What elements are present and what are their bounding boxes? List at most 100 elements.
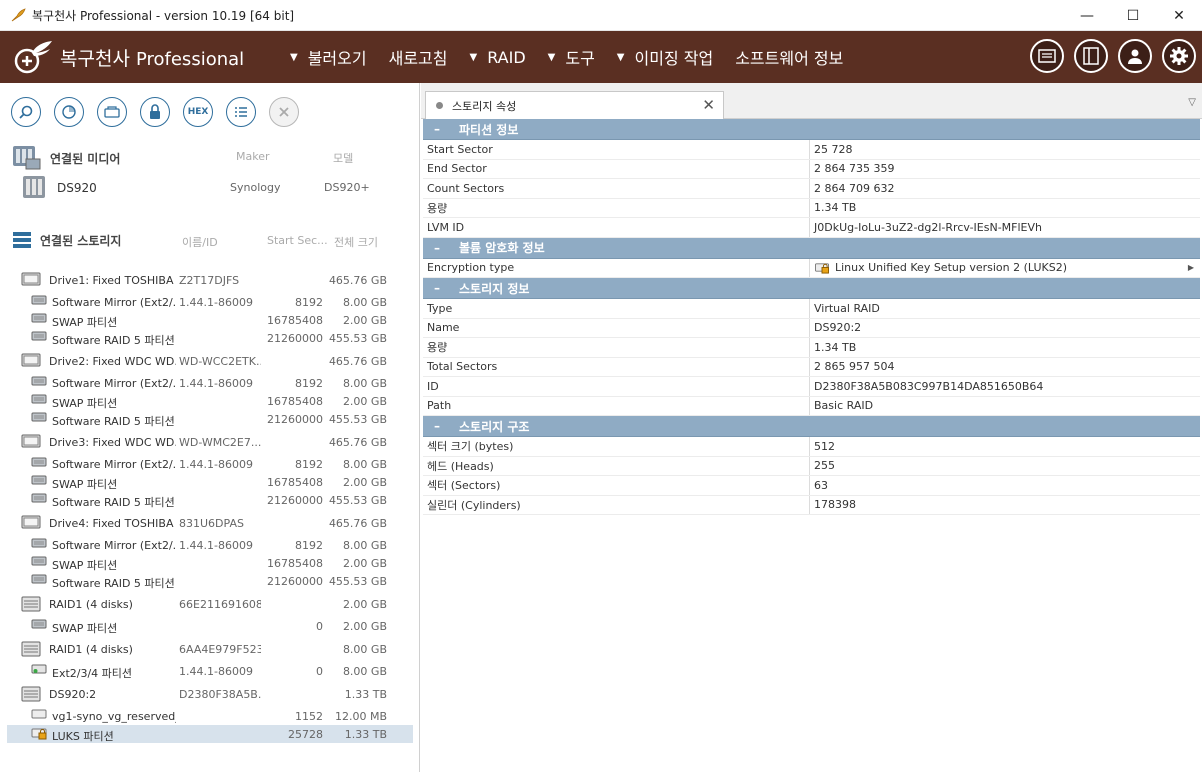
menu-item-1[interactable]: 새로고침 bbox=[389, 45, 448, 69]
property-row[interactable]: 용량 1.34 TB bbox=[423, 198, 1200, 218]
property-group-header[interactable]: – 스토리지 정보 bbox=[423, 278, 1200, 299]
minimize-button[interactable]: — bbox=[1064, 0, 1110, 31]
storage-partition-row[interactable]: SWAP 파티션 16785408 2.00 GB bbox=[0, 311, 413, 329]
property-key: Total Sectors bbox=[427, 360, 498, 374]
scan-button[interactable] bbox=[54, 97, 84, 127]
menu-item-2[interactable]: ▼ RAID bbox=[469, 48, 525, 67]
property-group-title: 스토리지 구조 bbox=[459, 419, 530, 434]
brand-suffix: Professional bbox=[135, 48, 245, 70]
storage-row-start: 16785408 bbox=[267, 476, 323, 489]
menu-item-5[interactable]: 소프트웨어 정보 bbox=[735, 45, 843, 69]
property-row[interactable]: Encryption type Linux Unified Key Setup v… bbox=[423, 258, 1200, 278]
property-row[interactable]: Path Basic RAID bbox=[423, 396, 1200, 416]
storage-partition-row[interactable]: Software RAID 5 파티션 21260000 455.53 GB bbox=[0, 329, 413, 347]
property-row[interactable]: 용량 1.34 TB bbox=[423, 338, 1200, 358]
collapse-icon[interactable]: – bbox=[425, 241, 449, 255]
storage-partition-row[interactable]: SWAP 파티션 16785408 2.00 GB bbox=[0, 392, 413, 410]
menu-label: RAID bbox=[487, 47, 526, 67]
close-button[interactable]: ✕ bbox=[1156, 0, 1202, 31]
property-group-header[interactable]: – 파티션 정보 bbox=[423, 119, 1200, 140]
property-row[interactable]: LVM ID J0DkUg-IoLu-3uZ2-dg2l-Rrcv-IEsN-MF… bbox=[423, 218, 1200, 238]
storage-row-id: D2380F38A5B... bbox=[179, 688, 261, 701]
collapse-icon[interactable]: – bbox=[425, 122, 449, 136]
storage-row-start: 21260000 bbox=[267, 575, 323, 588]
storage-partition-row[interactable]: Software RAID 5 파티션 21260000 455.53 GB bbox=[0, 572, 413, 590]
partition-icon bbox=[31, 492, 47, 507]
tab-menu-icon[interactable]: ▽ bbox=[1188, 97, 1196, 108]
storage-row-id: Z2T17DJFS bbox=[179, 274, 240, 287]
property-group-title: 스토리지 정보 bbox=[459, 281, 530, 296]
registration-button[interactable] bbox=[1030, 39, 1064, 73]
account-button[interactable] bbox=[1118, 39, 1152, 73]
property-row[interactable]: Count Sectors 2 864 709 632 bbox=[423, 179, 1200, 199]
user-icon bbox=[1128, 49, 1142, 64]
storage-partition-row[interactable]: Software Mirror (Ext2/... 1.44.1-86009 819… bbox=[0, 455, 413, 473]
storage-device-row[interactable]: DS920:2 D2380F38A5B... 1.33 TB bbox=[0, 685, 413, 703]
property-row[interactable]: End Sector 2 864 735 359 bbox=[423, 159, 1200, 179]
storage-device-row[interactable]: Drive3: Fixed WDC WD... WD-WMC2E7... 465.7… bbox=[0, 433, 413, 451]
storage-device-row[interactable]: Drive2: Fixed WDC WD... WD-WCC2ETK... 465.… bbox=[0, 352, 413, 370]
storage-partition-row[interactable]: Ext2/3/4 파티션 1.44.1-86009 0 8.00 GB bbox=[0, 662, 413, 680]
panel-toggle-button[interactable] bbox=[1074, 39, 1108, 73]
storage-row-label: Software RAID 5 파티션 bbox=[52, 334, 175, 347]
storage-partition-row[interactable]: Software Mirror (Ext2/... 1.44.1-86009 819… bbox=[0, 374, 413, 392]
storage-partition-row[interactable]: vg1-syno_vg_reserved_... 1152 12.00 MB bbox=[0, 707, 413, 725]
storage-row-size: 8.00 GB bbox=[342, 643, 387, 656]
property-value: 2 865 957 504 bbox=[814, 360, 895, 374]
property-key: Name bbox=[427, 321, 460, 335]
property-row[interactable]: 섹터 크기 (bytes) 512 bbox=[423, 437, 1200, 457]
property-row[interactable]: 헤드 (Heads) 255 bbox=[423, 456, 1200, 476]
open-image-button[interactable] bbox=[97, 97, 127, 127]
cancel-button[interactable] bbox=[269, 97, 299, 127]
tab-storage-properties[interactable]: 스토리지 속성 ✕ bbox=[425, 91, 724, 119]
storage-row-label: SWAP 파티션 bbox=[52, 559, 118, 572]
menu-label: 새로고침 bbox=[388, 49, 448, 68]
property-row[interactable]: Total Sectors 2 865 957 504 bbox=[423, 357, 1200, 377]
property-row[interactable]: 섹터 (Sectors) 63 bbox=[423, 476, 1200, 496]
storage-row-id: 831U6DPAS bbox=[179, 517, 244, 530]
storage-partition-row[interactable]: SWAP 파티션 16785408 2.00 GB bbox=[0, 554, 413, 572]
ext-partition-icon bbox=[31, 663, 47, 678]
lock-button[interactable] bbox=[140, 97, 170, 127]
storage-partition-row[interactable]: Software Mirror (Ext2/... 1.44.1-86009 819… bbox=[0, 536, 413, 554]
expand-arrow-icon[interactable]: ▶ bbox=[1188, 263, 1194, 272]
storage-device-row[interactable]: Drive1: Fixed TOSHIBA ... Z2T17DJFS 465.76… bbox=[0, 271, 413, 289]
menu-item-4[interactable]: ▼ 이미징 작업 bbox=[617, 45, 713, 69]
storage-device-row[interactable]: Drive4: Fixed TOSHIBA ... 831U6DPAS 465.76… bbox=[0, 514, 413, 532]
storage-partition-row[interactable]: SWAP 파티션 0 2.00 GB bbox=[0, 617, 413, 635]
raid-icon bbox=[21, 596, 41, 615]
storage-partition-row[interactable]: LUKS 파티션 25728 1.33 TB bbox=[7, 725, 413, 743]
property-group-header[interactable]: – 스토리지 구조 bbox=[423, 416, 1200, 437]
collapse-icon[interactable]: – bbox=[425, 281, 449, 295]
storage-partition-row[interactable]: SWAP 파티션 16785408 2.00 GB bbox=[0, 473, 413, 491]
menu-item-3[interactable]: ▼ 도구 bbox=[548, 45, 595, 69]
menu-item-0[interactable]: ▼ 불러오기 bbox=[290, 45, 367, 69]
storage-device-row[interactable]: RAID1 (4 disks) 6AA4E979F523... 8.00 GB bbox=[0, 640, 413, 658]
list-button[interactable] bbox=[226, 97, 256, 127]
property-row[interactable]: Type Virtual RAID bbox=[423, 299, 1200, 319]
property-value: 1.34 TB bbox=[814, 340, 857, 354]
property-group-header[interactable]: – 볼륨 암호화 정보 bbox=[423, 237, 1200, 259]
property-row[interactable]: 실린더 (Cylinders) 178398 bbox=[423, 495, 1200, 515]
storage-device-row[interactable]: RAID1 (4 disks) 66E211691608... 2.00 GB bbox=[0, 595, 413, 613]
hex-button[interactable]: HEX bbox=[183, 97, 213, 127]
storage-partition-row[interactable]: Software RAID 5 파티션 21260000 455.53 GB bbox=[0, 410, 413, 428]
tab-close-icon[interactable]: ✕ bbox=[702, 96, 715, 114]
storage-partition-row[interactable]: Software Mirror (Ext2/... 1.44.1-86009 819… bbox=[0, 293, 413, 311]
storage-partition-row[interactable]: Software RAID 5 파티션 21260000 455.53 GB bbox=[0, 491, 413, 509]
property-row[interactable]: Start Sector 25 728 bbox=[423, 140, 1200, 160]
settings-button[interactable] bbox=[1162, 39, 1196, 73]
property-row[interactable]: ID D2380F38A5B083C997B14DA851650B64 bbox=[423, 377, 1200, 397]
tab-dot-icon bbox=[436, 102, 443, 109]
search-button[interactable] bbox=[11, 97, 41, 127]
storage-row-label: Software RAID 5 파티션 bbox=[52, 415, 175, 428]
partition-icon bbox=[31, 555, 47, 570]
menu-label: 이미징 작업 bbox=[634, 49, 714, 68]
storage-row-label: Software Mirror (Ext2/... bbox=[52, 458, 176, 471]
maximize-button[interactable]: ☐ bbox=[1110, 0, 1156, 31]
media-device-name: DS920 bbox=[57, 181, 97, 195]
media-device-row[interactable]: DS920 Synology DS920+ bbox=[0, 176, 413, 198]
property-key: Start Sector bbox=[427, 142, 493, 156]
property-row[interactable]: Name DS920:2 bbox=[423, 318, 1200, 338]
collapse-icon[interactable]: – bbox=[425, 419, 449, 433]
